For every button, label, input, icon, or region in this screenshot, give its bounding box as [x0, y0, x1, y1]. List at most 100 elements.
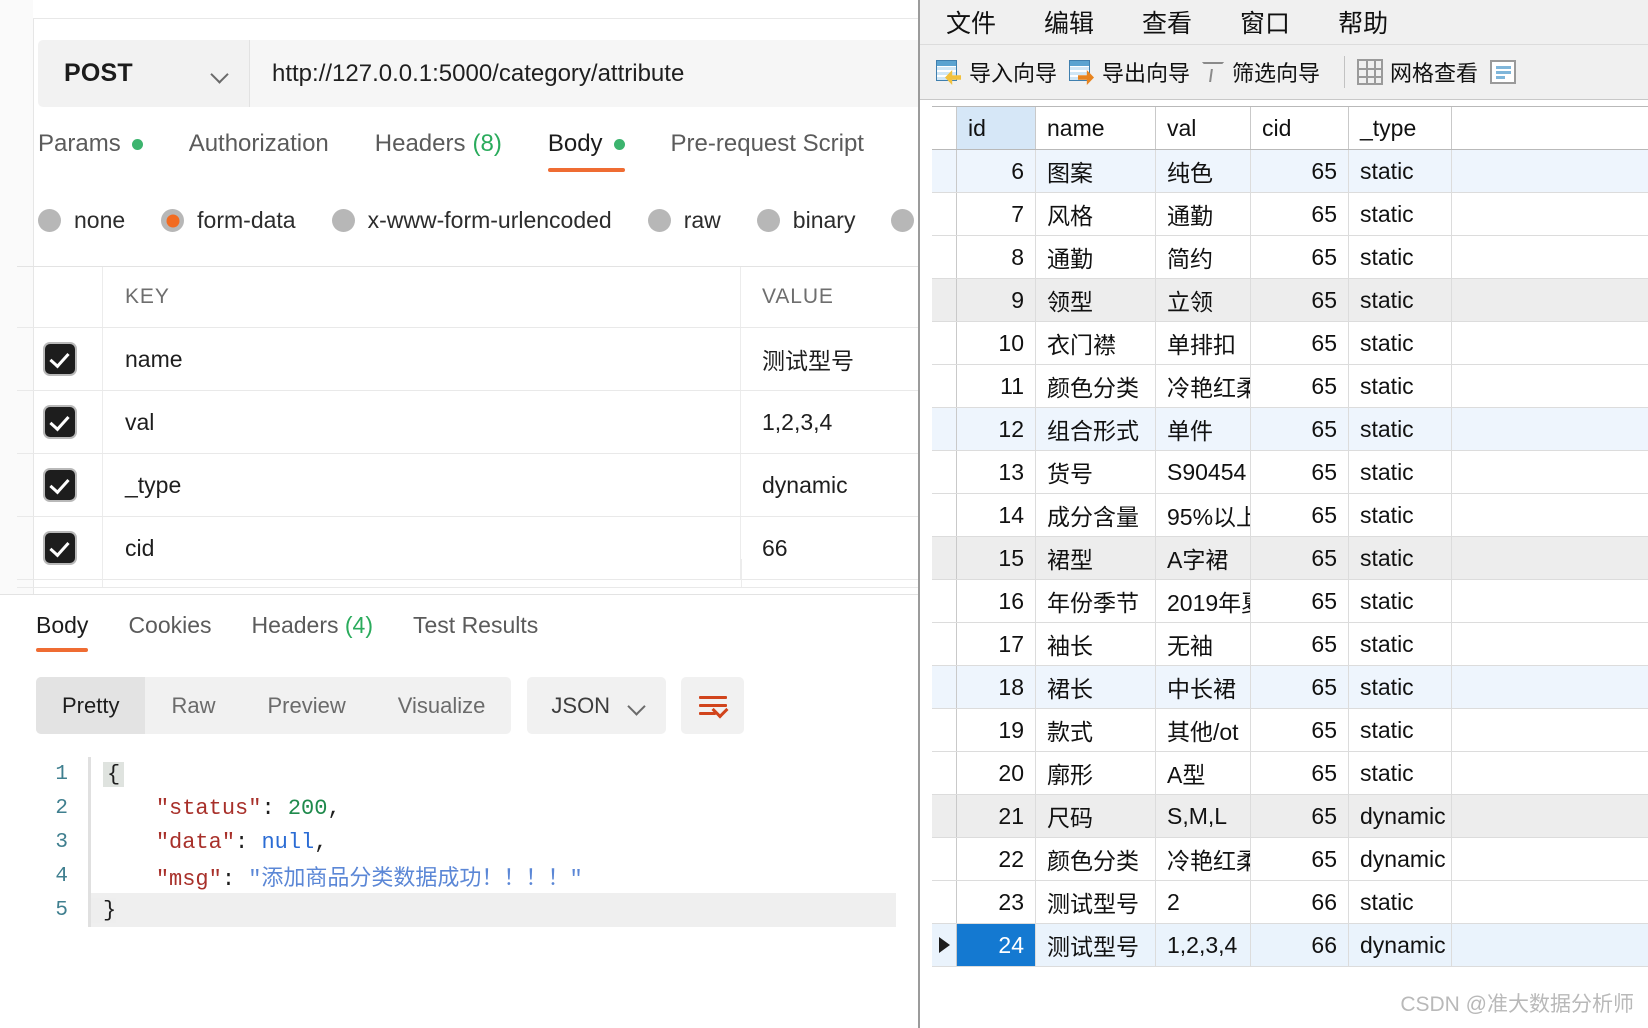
cell-name[interactable]: 颜色分类: [1036, 365, 1156, 407]
cell-id[interactable]: 18: [957, 666, 1036, 708]
cell-val[interactable]: 通勤: [1156, 193, 1251, 235]
table-row[interactable]: 21 尺码 S,M,L 65 dynamic: [932, 795, 1648, 838]
tab-headers[interactable]: Headers (8): [375, 130, 502, 172]
row-indicator-cell[interactable]: [932, 709, 957, 751]
cell-type[interactable]: static: [1349, 881, 1452, 923]
table-row[interactable]: name 测试型号: [17, 328, 918, 391]
table-row[interactable]: 16年份季节2019年夏65static: [932, 580, 1648, 623]
cell-id[interactable]: 13: [957, 451, 1036, 493]
cell-type[interactable]: static: [1349, 193, 1452, 235]
cell-type[interactable]: dynamic: [1349, 924, 1452, 966]
cell-name[interactable]: 货号: [1036, 451, 1156, 493]
row-indicator-cell[interactable]: [932, 537, 957, 579]
cell-cid[interactable]: 66: [1251, 924, 1349, 966]
table-row[interactable]: 14 成分含量 95%以上 65 static: [932, 494, 1648, 537]
cell-cid[interactable]: 65: [1251, 494, 1349, 536]
table-row[interactable]: 12 组合形式 单件 65 static: [932, 408, 1648, 451]
cell-id[interactable]: 6: [957, 150, 1036, 192]
table-row-partial[interactable]: [17, 559, 918, 588]
cell-type[interactable]: static: [1349, 623, 1452, 665]
cell-name[interactable]: 成分含量: [1036, 494, 1156, 536]
cell-val[interactable]: A型: [1156, 752, 1251, 794]
http-method-selector[interactable]: POST: [38, 40, 250, 107]
menu-help[interactable]: 帮助: [1338, 4, 1388, 40]
cell-cid[interactable]: 65: [1251, 752, 1349, 794]
cell-id[interactable]: 16: [957, 580, 1036, 622]
format-preview[interactable]: Preview: [241, 677, 371, 734]
row-value-cell[interactable]: 1,2,3,4: [741, 391, 918, 453]
tab-params[interactable]: Params: [38, 130, 143, 172]
row-checkbox-cell[interactable]: [17, 328, 103, 390]
table-row[interactable]: 13 货号 S90454 65 static: [932, 451, 1648, 494]
row-value-cell[interactable]: 测试型号: [741, 328, 918, 390]
cell-cid[interactable]: 65: [1251, 537, 1349, 579]
cell-cid[interactable]: 65: [1251, 236, 1349, 278]
cell-name[interactable]: 图案: [1036, 150, 1156, 192]
cell-val[interactable]: 简约: [1156, 236, 1251, 278]
cell-type[interactable]: static: [1349, 322, 1452, 364]
cell-val[interactable]: 冷艳红柔: [1156, 365, 1251, 407]
cell-type[interactable]: static: [1349, 580, 1452, 622]
cell-type[interactable]: static: [1349, 408, 1452, 450]
response-tab-cookies[interactable]: Cookies: [128, 612, 211, 652]
cell-cid[interactable]: 65: [1251, 322, 1349, 364]
cell-name[interactable]: 颜色分类: [1036, 838, 1156, 880]
cell-name[interactable]: 风格: [1036, 193, 1156, 235]
grid-column-type[interactable]: _type: [1349, 107, 1452, 149]
cell-id[interactable]: 15: [957, 537, 1036, 579]
cell-type[interactable]: static: [1349, 709, 1452, 751]
cell-name[interactable]: 裙长: [1036, 666, 1156, 708]
table-row[interactable]: 19 款式 其他/ot 65 static: [932, 709, 1648, 752]
cell-name[interactable]: 衣门襟: [1036, 322, 1156, 364]
row-indicator-cell[interactable]: [932, 279, 957, 321]
cell-id[interactable]: 14: [957, 494, 1036, 536]
table-row[interactable]: 20 廓形 A型 65 static: [932, 752, 1648, 795]
cell-val[interactable]: 95%以上: [1156, 494, 1251, 536]
table-row[interactable]: 18 裙长 中长裙 65 static: [932, 666, 1648, 709]
row-key-cell[interactable]: name: [103, 328, 741, 390]
cell-id[interactable]: 8: [957, 236, 1036, 278]
cell-val[interactable]: 2019年夏: [1156, 580, 1251, 622]
word-wrap-button[interactable]: [681, 677, 745, 734]
cell-type[interactable]: static: [1349, 365, 1452, 407]
format-raw[interactable]: Raw: [145, 677, 241, 734]
cell-cid[interactable]: 65: [1251, 408, 1349, 450]
format-pretty[interactable]: Pretty: [36, 677, 146, 734]
row-indicator-cell[interactable]: [932, 752, 957, 794]
cell-val[interactable]: 立领: [1156, 279, 1251, 321]
cell-id[interactable]: 23: [957, 881, 1036, 923]
cell-id[interactable]: 20: [957, 752, 1036, 794]
table-row[interactable]: 11 颜色分类 冷艳红柔 65 static: [932, 365, 1648, 408]
table-row[interactable]: 22 颜色分类 冷艳红柔 65 dynamic: [932, 838, 1648, 881]
cell-val[interactable]: 无袖: [1156, 623, 1251, 665]
import-wizard-button[interactable]: 导入向导: [936, 56, 1057, 88]
format-visualize[interactable]: Visualize: [372, 677, 512, 734]
checkbox-checked-icon[interactable]: [44, 470, 75, 500]
cell-id[interactable]: 21: [957, 795, 1036, 837]
cell-name[interactable]: 款式: [1036, 709, 1156, 751]
cell-id[interactable]: 10: [957, 322, 1036, 364]
table-row[interactable]: 6 图案 纯色 65 static: [932, 150, 1648, 193]
body-type-binary[interactable]: binary: [756, 207, 855, 234]
menu-edit[interactable]: 编辑: [1044, 4, 1094, 40]
cell-name[interactable]: 裙型: [1036, 537, 1156, 579]
menu-view[interactable]: 查看: [1142, 4, 1192, 40]
cell-cid[interactable]: 65: [1251, 580, 1349, 622]
cell-cid[interactable]: 65: [1251, 150, 1349, 192]
table-row[interactable]: 17 袖长 无袖 65 static: [932, 623, 1648, 666]
cell-cid[interactable]: 65: [1251, 666, 1349, 708]
filter-wizard-button[interactable]: 筛选向导: [1202, 56, 1320, 88]
grid-column-cid[interactable]: cid: [1251, 107, 1349, 149]
cell-id[interactable]: 17: [957, 623, 1036, 665]
grid-column-val[interactable]: val: [1156, 107, 1251, 149]
cell-id[interactable]: 12: [957, 408, 1036, 450]
cell-id[interactable]: 19: [957, 709, 1036, 751]
cell-val[interactable]: 单排扣: [1156, 322, 1251, 364]
cell-name[interactable]: 测试型号: [1036, 881, 1156, 923]
cell-val[interactable]: 冷艳红柔: [1156, 838, 1251, 880]
body-type-form-data[interactable]: form-data: [161, 207, 296, 234]
table-row[interactable]: 23 测试型号 2 66 static: [932, 881, 1648, 924]
row-value-cell[interactable]: dynamic: [741, 454, 918, 516]
table-row[interactable]: val 1,2,3,4: [17, 391, 918, 454]
cell-type[interactable]: dynamic: [1349, 795, 1452, 837]
